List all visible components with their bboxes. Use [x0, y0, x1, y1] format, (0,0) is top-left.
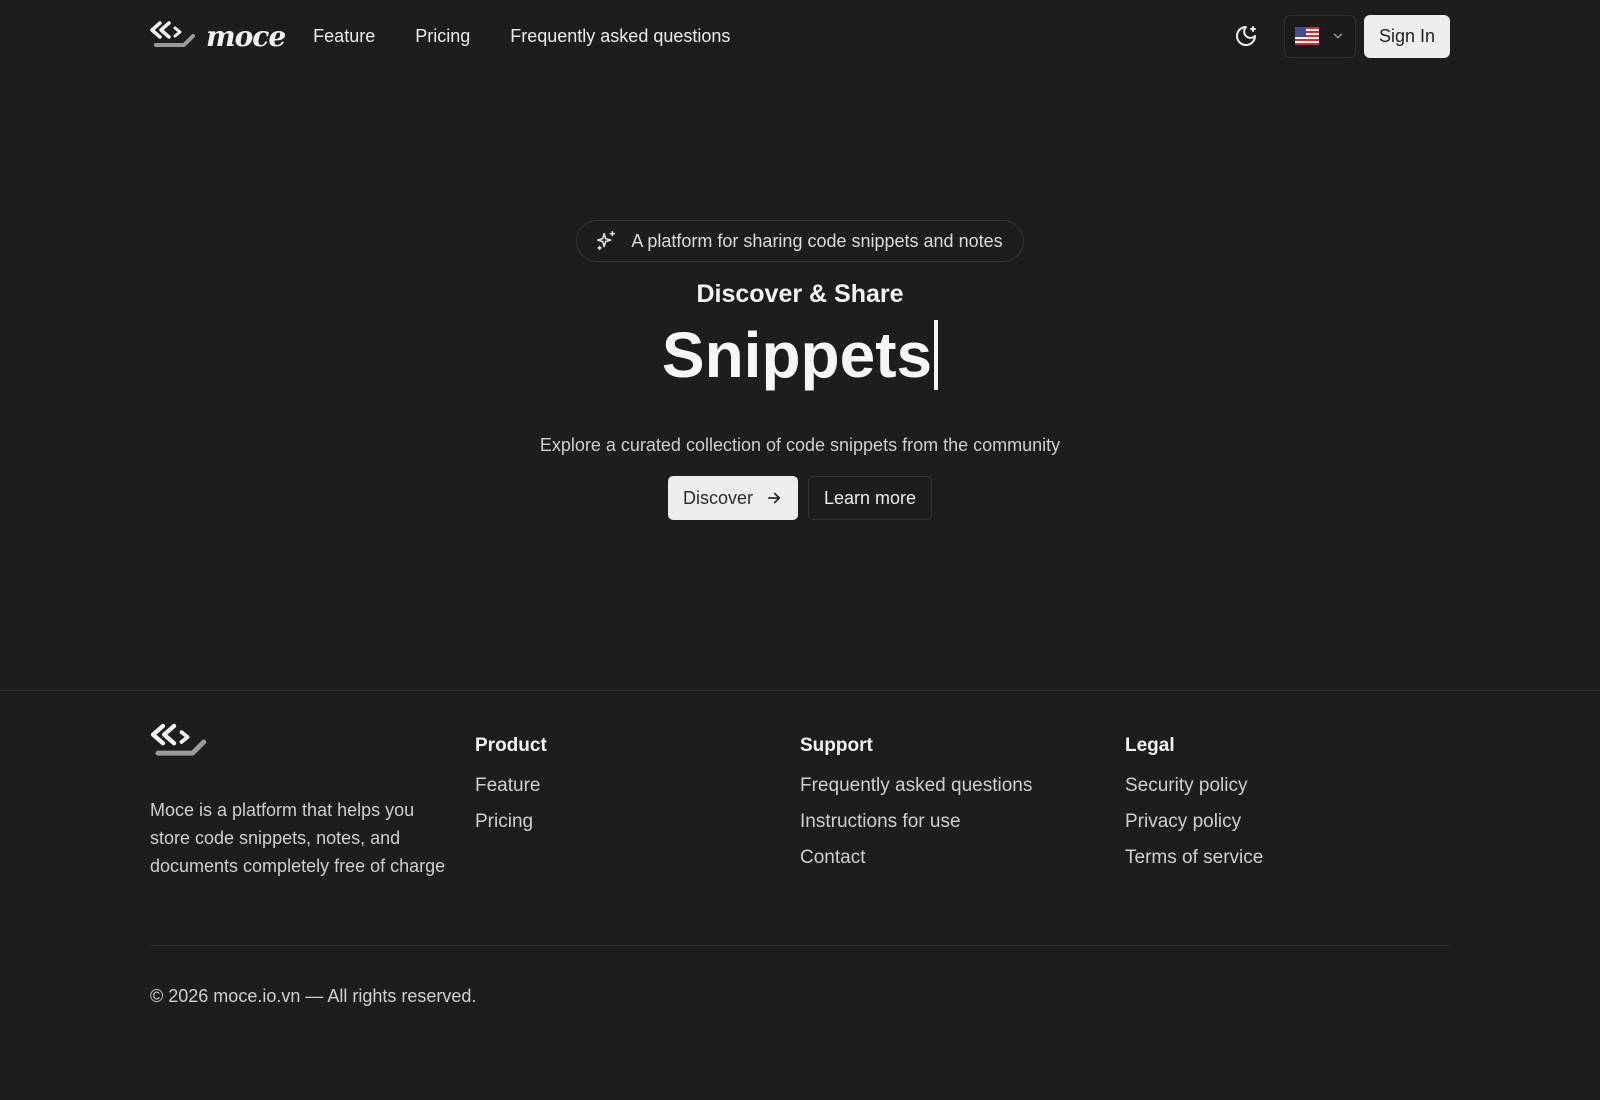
- logo[interactable]: moce: [150, 19, 286, 53]
- footer-about: Moce is a platform that helps you store …: [150, 800, 446, 876]
- footer-link-faq[interactable]: Frequently asked questions: [800, 775, 1032, 796]
- footer-heading-support: Support: [800, 735, 873, 756]
- us-flag-icon: [1294, 27, 1319, 45]
- site-footer: Moce is a platform that helps you store …: [0, 690, 1600, 1100]
- hero-title: Snippets: [661, 317, 939, 393]
- sign-in-button[interactable]: Sign In: [1363, 14, 1450, 58]
- learn-more-button[interactable]: Learn more: [807, 476, 933, 520]
- discover-button-label: Discover: [682, 487, 753, 508]
- sparkles-icon: [597, 231, 616, 251]
- footer-content: Moce is a platform that helps you store …: [150, 721, 1450, 883]
- language-select[interactable]: [1283, 14, 1356, 58]
- main-nav: Feature Pricing Frequently asked questio…: [313, 26, 730, 47]
- discover-button[interactable]: Discover: [667, 476, 798, 520]
- footer-col-support: Support Frequently asked questions Instr…: [800, 721, 1125, 883]
- footer-link-terms[interactable]: Terms of service: [1125, 847, 1263, 868]
- moce-logo-icon: [150, 723, 207, 756]
- footer-link-instructions[interactable]: Instructions for use: [800, 811, 961, 832]
- moce-logo-icon: [150, 21, 195, 47]
- site-header: moce Feature Pricing Frequently asked qu…: [150, 0, 1450, 72]
- hero-badge: A platform for sharing code snippets and…: [576, 220, 1024, 262]
- hero-badge-text: A platform for sharing code snippets and…: [631, 230, 1003, 251]
- nav-faq[interactable]: Frequently asked questions: [510, 26, 730, 47]
- footer-link-security[interactable]: Security policy: [1125, 775, 1248, 796]
- typing-caret: [934, 320, 939, 390]
- footer-link-privacy[interactable]: Privacy policy: [1125, 811, 1241, 832]
- brand-wordmark: moce: [206, 19, 286, 53]
- nav-feature[interactable]: Feature: [313, 26, 375, 47]
- footer-divider: [150, 945, 1450, 946]
- hero-description: Explore a curated collection of code sni…: [539, 435, 1061, 455]
- arrow-right-icon: [767, 492, 781, 504]
- nav-pricing[interactable]: Pricing: [415, 26, 470, 47]
- header-actions: Sign In: [1226, 14, 1450, 58]
- copyright-text: © 2026 moce.io.vn — All rights reserved.: [150, 986, 477, 1006]
- footer-link-pricing[interactable]: Pricing: [475, 811, 533, 832]
- footer-col-product: Product Feature Pricing: [475, 721, 800, 883]
- theme-toggle-button[interactable]: [1226, 16, 1266, 56]
- footer-brand: Moce is a platform that helps you store …: [150, 721, 475, 883]
- footer-heading-product: Product: [475, 735, 547, 756]
- moon-sun-icon: [1235, 26, 1256, 46]
- hero-title-text: Snippets: [661, 319, 933, 391]
- footer-link-contact[interactable]: Contact: [800, 847, 865, 868]
- footer-col-legal: Legal Security policy Privacy policy Ter…: [1125, 721, 1450, 883]
- hero-section: A platform for sharing code snippets and…: [0, 220, 1600, 520]
- chevron-down-icon: [1333, 33, 1343, 39]
- hero-subtitle: Discover & Share: [696, 280, 904, 308]
- footer-link-feature[interactable]: Feature: [475, 775, 540, 796]
- footer-heading-legal: Legal: [1125, 735, 1175, 756]
- hero-actions: Discover Learn more: [667, 476, 933, 520]
